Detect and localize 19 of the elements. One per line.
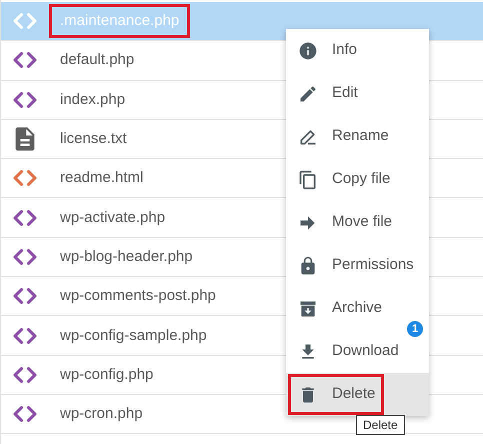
pencil-icon [298, 84, 318, 104]
archive-icon [298, 298, 318, 318]
file-name: wp-activate.php [59, 208, 166, 228]
file-name: wp-config-sample.php [59, 326, 208, 346]
file-name: index.php [59, 90, 126, 110]
file-name: wp-config.php [59, 364, 154, 385]
file-name: default.php [59, 50, 136, 70]
file-name: readme.html [59, 168, 144, 188]
count-badge: 1 [407, 321, 423, 337]
menu-item[interactable]: Delete [286, 373, 429, 416]
file-name: wp-cron.php [59, 404, 144, 424]
file-name: license.txt [59, 129, 128, 150]
file-name: .maintenance.php [49, 4, 190, 38]
copy-icon [298, 170, 318, 190]
menu-item[interactable]: Copy file [286, 158, 429, 201]
tooltip: Delete [356, 415, 405, 436]
file-name: wp-comments-post.php [59, 286, 217, 306]
info-icon [298, 40, 318, 60]
file-name: wp-blog-header.php [59, 246, 194, 267]
